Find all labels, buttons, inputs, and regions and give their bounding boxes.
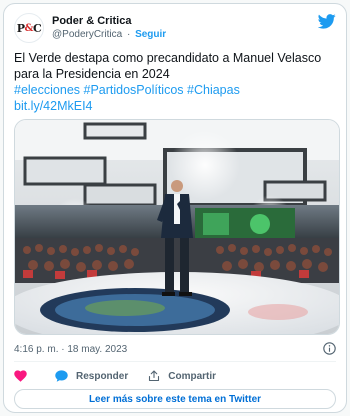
like-button[interactable] [14, 370, 35, 382]
avatar[interactable]: P & C [14, 13, 44, 43]
follow-button[interactable]: Seguir [135, 29, 166, 40]
info-icon[interactable] [323, 342, 336, 355]
comment-icon [55, 370, 68, 382]
tweet-header: P & C Poder & Critica @PoderyCritica · Seg… [14, 13, 336, 45]
tweet-link[interactable]: bit.ly/42MkEI4 [14, 98, 340, 114]
author-name[interactable]: Poder & Critica [52, 14, 166, 28]
tweet-hashtags[interactable]: #elecciones #PartidosPolíticos #Chiapas [14, 82, 340, 98]
tweet-photo[interactable] [14, 119, 340, 335]
share-label: Compartir [168, 370, 217, 382]
read-more-button[interactable]: Leer más sobre este tema en Twitter [14, 389, 336, 409]
heart-icon [14, 370, 27, 382]
divider [14, 361, 336, 362]
avatar-ampersand: & [24, 22, 34, 34]
reply-button[interactable]: Responder [55, 370, 128, 382]
tweet-body: El Verde destapa como precandidato a Man… [14, 51, 322, 81]
author-line: @PoderyCritica · Seguir [52, 28, 166, 42]
author-handle[interactable]: @PoderyCritica [52, 29, 122, 40]
author-block: Poder & Critica @PoderyCritica · Seguir [52, 14, 166, 42]
twitter-bird-icon[interactable] [318, 14, 336, 29]
tweet-timestamp[interactable]: 4:16 p. m. · 18 may. 2023 [14, 344, 127, 355]
tweet-text: El Verde destapa como precandidato a Man… [14, 50, 340, 114]
event-photo-illustration [15, 120, 339, 334]
share-icon [149, 370, 160, 382]
share-button[interactable]: Compartir [148, 370, 216, 382]
avatar-letter-p: P [16, 21, 25, 35]
reply-label: Responder [76, 370, 129, 382]
avatar-letter-c: C [33, 21, 42, 35]
tweet-card: P & C Poder & Critica @PoderyCritica · Seg… [3, 3, 347, 413]
tweet-actions: Responder Compartir [14, 366, 236, 386]
separator-dot: · [126, 29, 131, 40]
